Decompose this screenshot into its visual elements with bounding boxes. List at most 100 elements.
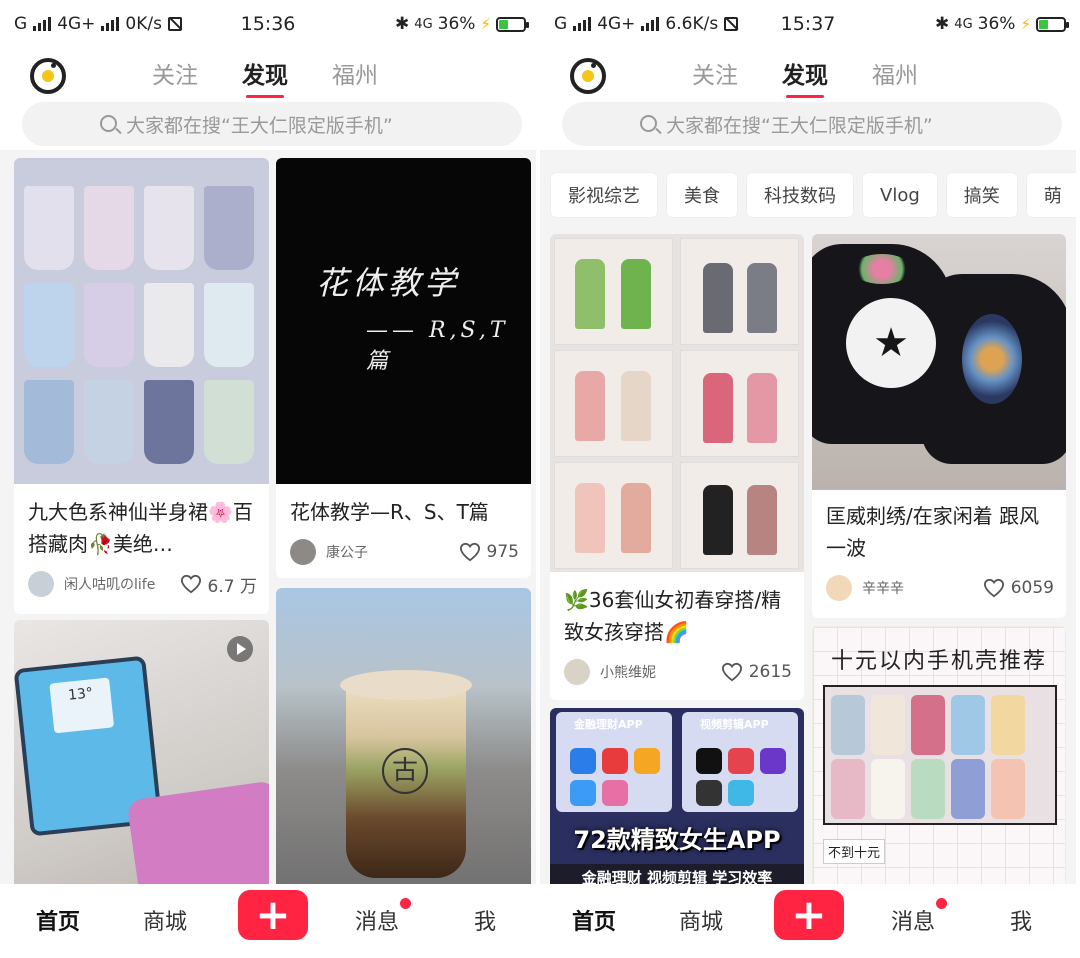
search-icon bbox=[100, 115, 117, 132]
search-icon bbox=[640, 115, 657, 132]
app-logo-icon[interactable] bbox=[570, 58, 606, 94]
author-name[interactable]: 辛辛辛 bbox=[862, 578, 983, 598]
note-image: 古 bbox=[276, 588, 531, 918]
image-label: 不到十元 bbox=[823, 839, 886, 864]
author-name[interactable]: 闲人咕叽のlife bbox=[64, 574, 180, 594]
tab-local[interactable]: 福州 bbox=[332, 56, 378, 90]
bottom-nav: 首页 商城 + 消息 我 bbox=[540, 884, 1076, 958]
bottom-nav: 首页 商城 + 消息 我 bbox=[0, 884, 536, 958]
phone-screen-left: G 4G+ 0K/s 15:36 ✱ 4G 36% ⚡ 关注 发现 福州 大家都… bbox=[0, 0, 536, 958]
note-image: 十元以内手机壳推荐 不到十元 bbox=[812, 626, 1066, 918]
image-text: —— R,S,T 篇 bbox=[366, 318, 509, 374]
note-card[interactable]: 十元以内手机壳推荐 不到十元 bbox=[812, 626, 1066, 918]
search-placeholder: 大家都在搜“王大仁限定版手机” bbox=[666, 114, 933, 137]
tab-follow[interactable]: 关注 bbox=[692, 56, 738, 90]
status-bar: G 4G+ 0K/s 15:36 ✱ 4G 36% ⚡ bbox=[0, 0, 536, 50]
unread-badge bbox=[936, 898, 947, 909]
image-title: 72款精致女生APP bbox=[573, 826, 781, 854]
image-text: 花体教学 bbox=[316, 264, 461, 302]
author-name[interactable]: 小熊维妮 bbox=[600, 662, 721, 682]
bluetooth-icon: ✱ bbox=[395, 14, 410, 34]
top-tabs: 关注 发现 福州 bbox=[692, 56, 918, 98]
battery-percent: 36% bbox=[437, 14, 476, 34]
category-chip[interactable]: Vlog bbox=[862, 172, 938, 218]
category-chip[interactable]: 美食 bbox=[666, 172, 738, 218]
status-right: ✱ 4G 36% ⚡ bbox=[935, 14, 1069, 34]
search-placeholder: 大家都在搜“王大仁限定版手机” bbox=[126, 114, 393, 137]
like-count: 6059 bbox=[1010, 578, 1054, 598]
bluetooth-icon: ✱ bbox=[935, 14, 950, 34]
note-title: 九大色系神仙半身裙🌸百搭藏肉🥀美绝… bbox=[28, 500, 253, 556]
category-chip[interactable]: 影视综艺 bbox=[550, 172, 658, 218]
note-image bbox=[550, 234, 804, 572]
note-meta: 康公子 975 bbox=[290, 538, 519, 566]
note-meta: 辛辛辛 6059 bbox=[826, 574, 1054, 602]
tab-follow[interactable]: 关注 bbox=[152, 56, 198, 90]
tab-discover[interactable]: 发现 bbox=[242, 56, 288, 98]
heart-icon[interactable] bbox=[721, 662, 743, 682]
charging-icon: ⚡ bbox=[1020, 15, 1031, 33]
status-right: ✱ 4G 36% ⚡ bbox=[395, 14, 529, 34]
note-meta: 闲人咕叽のlife 6.7 万 bbox=[28, 570, 257, 598]
nav-mall[interactable]: 商城 bbox=[143, 904, 187, 936]
app-logo-icon[interactable] bbox=[30, 58, 66, 94]
avatar[interactable] bbox=[564, 659, 590, 685]
author-name[interactable]: 康公子 bbox=[326, 542, 459, 562]
search-input[interactable]: 大家都在搜“王大仁限定版手机” bbox=[562, 102, 1062, 146]
category-bar: 影视综艺 美食 科技数码 Vlog 搞笑 萌 bbox=[550, 172, 1076, 218]
nav-messages[interactable]: 消息 bbox=[355, 904, 399, 936]
top-header: 关注 发现 福州 大家都在搜“王大仁限定版手机” bbox=[0, 50, 536, 150]
category-chip[interactable]: 科技数码 bbox=[746, 172, 854, 218]
heart-icon[interactable] bbox=[983, 578, 1005, 598]
image-label: 视频剪辑APP bbox=[700, 718, 769, 731]
net-right: 4G bbox=[954, 16, 973, 32]
note-card[interactable]: 13° bbox=[14, 620, 269, 920]
phone-screen-right: G 4G+ 6.6K/s 15:37 ✱ 4G 36% ⚡ 关注 发现 福州 大… bbox=[540, 0, 1076, 958]
cup-lid bbox=[340, 670, 472, 700]
note-card[interactable]: ★ 匡威刺绣/在家闲着 跟风一波 辛辛辛 6059 bbox=[812, 234, 1066, 618]
nav-home[interactable]: 首页 bbox=[572, 904, 616, 936]
note-card[interactable]: 花体教学 —— R,S,T 篇 花体教学—R、S、T篇 康公子 975 bbox=[276, 158, 531, 578]
image-label: 金融理财APP bbox=[574, 718, 643, 731]
top-tabs: 关注 发现 福州 bbox=[152, 56, 378, 98]
tab-local[interactable]: 福州 bbox=[872, 56, 918, 90]
battery-icon bbox=[496, 16, 529, 32]
heart-icon[interactable] bbox=[180, 574, 202, 594]
category-chip[interactable]: 搞笑 bbox=[945, 172, 1018, 218]
battery-icon bbox=[1036, 16, 1069, 32]
heart-icon[interactable] bbox=[459, 542, 481, 562]
note-meta: 小熊维妮 2615 bbox=[564, 658, 792, 686]
top-header: 关注 发现 福州 大家都在搜“王大仁限定版手机” bbox=[540, 50, 1076, 150]
unread-badge bbox=[400, 898, 411, 909]
note-card[interactable]: 古 bbox=[276, 588, 531, 918]
avatar[interactable] bbox=[28, 571, 54, 597]
tab-discover[interactable]: 发现 bbox=[782, 56, 828, 98]
note-image bbox=[14, 158, 269, 484]
avatar[interactable] bbox=[290, 539, 316, 565]
add-post-button[interactable]: + bbox=[238, 890, 308, 940]
note-title: 匡威刺绣/在家闲着 跟风一波 bbox=[826, 504, 1040, 560]
search-input[interactable]: 大家都在搜“王大仁限定版手机” bbox=[22, 102, 522, 146]
nav-home[interactable]: 首页 bbox=[36, 904, 80, 936]
charging-icon: ⚡ bbox=[480, 15, 491, 33]
image-title: 十元以内手机壳推荐 bbox=[830, 649, 1047, 674]
like-count: 975 bbox=[486, 542, 519, 562]
nav-messages[interactable]: 消息 bbox=[891, 904, 935, 936]
nav-me[interactable]: 我 bbox=[1010, 904, 1032, 936]
category-chip[interactable]: 萌 bbox=[1025, 172, 1076, 218]
nav-me[interactable]: 我 bbox=[474, 904, 496, 936]
add-post-button[interactable]: + bbox=[774, 890, 844, 940]
video-play-icon bbox=[227, 636, 253, 662]
note-card[interactable]: 九大色系神仙半身裙🌸百搭藏肉🥀美绝… 闲人咕叽のlife 6.7 万 bbox=[14, 158, 269, 614]
nav-mall[interactable]: 商城 bbox=[679, 904, 723, 936]
avatar[interactable] bbox=[826, 575, 852, 601]
weather-widget: 13° bbox=[49, 677, 115, 734]
like-count: 2615 bbox=[748, 662, 792, 682]
note-card[interactable]: 🌿36套仙女初春穿搭/精致女孩穿搭🌈 小熊维妮 2615 bbox=[550, 234, 804, 700]
note-title: 花体教学—R、S、T篇 bbox=[290, 500, 489, 524]
drink-cup: 古 bbox=[346, 678, 466, 878]
status-bar: G 4G+ 6.6K/s 15:37 ✱ 4G 36% ⚡ bbox=[540, 0, 1076, 50]
note-image: 花体教学 —— R,S,T 篇 bbox=[276, 158, 531, 484]
note-image: 13° bbox=[14, 620, 269, 920]
star-logo-icon: ★ bbox=[842, 294, 940, 392]
